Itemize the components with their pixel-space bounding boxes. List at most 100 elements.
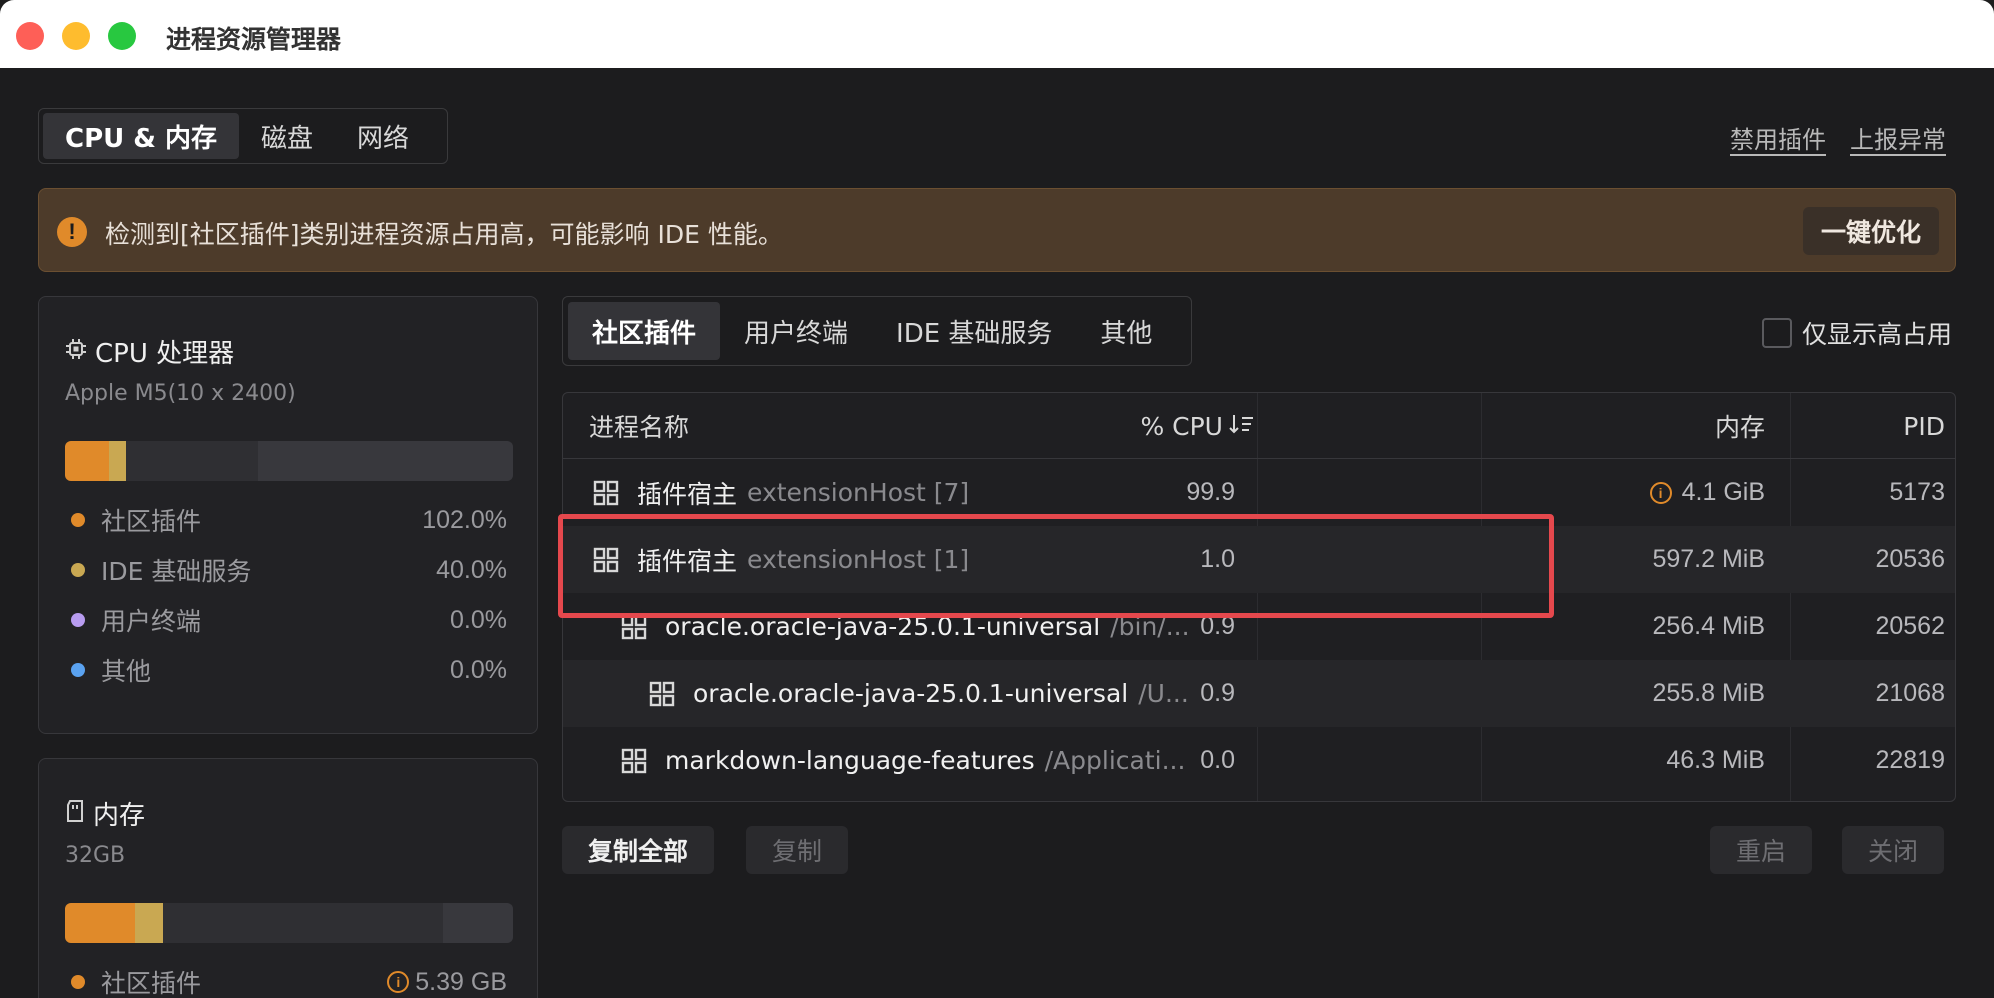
close-button[interactable]: 关闭 [1842, 826, 1945, 874]
process-name-cell: markdown-language-features /Applicati... [621, 727, 1185, 794]
category-tabs: 社区插件 用户终端 IDE 基础服务 其他 [562, 296, 1192, 366]
header-pid[interactable]: PID [1903, 393, 1945, 459]
cpu-bar-track-end [258, 441, 513, 481]
legend-item: 其他 0.0% [65, 645, 513, 695]
header-cpu-label: % CPU [1140, 411, 1223, 441]
exclamation-icon: ! [57, 217, 87, 247]
header-cpu[interactable]: % CPU [1140, 393, 1255, 459]
extension-icon [649, 681, 675, 706]
pid-cell: 5173 [1889, 478, 1945, 506]
pid-cell: 20536 [1875, 545, 1945, 573]
tab-community-plugins[interactable]: 社区插件 [568, 302, 721, 360]
tab-ide-services[interactable]: IDE 基础服务 [872, 302, 1076, 360]
memory-bar-ide [135, 903, 163, 943]
high-usage-filter[interactable]: 仅显示高占用 [1761, 315, 1952, 351]
legend-dot [71, 513, 85, 527]
memory-title-text: 内存 [93, 801, 146, 831]
info-warning-icon: i [1649, 481, 1672, 504]
banner-message: 检测到[社区插件]类别进程资源占用高，可能影响 IDE 性能。 [105, 220, 783, 249]
disable-plugins-link[interactable]: 禁用插件 [1730, 120, 1826, 155]
cpu-card: CPU 处理器 Apple M5(10 x 2400) 社区插件 102.0% … [38, 296, 538, 734]
memory-usage-bar [65, 903, 513, 943]
header-memory[interactable]: 内存 [1715, 393, 1765, 459]
legend-dot [71, 563, 85, 577]
memory-legend: 社区插件 i 5.39 GB [65, 957, 513, 998]
memory-card-icon [65, 799, 85, 829]
legend-value: 40.0% [436, 555, 507, 584]
info-warning-icon: i [387, 971, 410, 993]
tab-network[interactable]: 网络 [335, 113, 431, 159]
process-name: oracle.oracle-java-25.0.1-universal [693, 679, 1129, 708]
cpu-cell: 0.0 [1200, 746, 1235, 774]
legend-item: IDE 基础服务 40.0% [65, 545, 513, 595]
cpu-usage-bar [65, 441, 513, 481]
memory-card: 内存 32GB 社区插件 i 5.39 GB [38, 758, 538, 998]
cpu-title-text: CPU 处理器 [95, 339, 235, 369]
cpu-card-title: CPU 处理器 [65, 333, 234, 370]
table-header: 进程名称 % CPU 内存 PID [563, 393, 1955, 459]
legend-dot [71, 613, 85, 627]
memory-cell: 597.2 MiB [1652, 545, 1765, 573]
close-window-button[interactable] [16, 22, 44, 50]
table-row[interactable]: markdown-language-features /Applicati...… [563, 727, 1955, 794]
pid-cell: 21068 [1875, 679, 1945, 707]
table-row[interactable]: oracle.oracle-java-25.0.1-universal /U..… [563, 660, 1955, 727]
cpu-cell: 0.9 [1200, 679, 1235, 707]
tab-user-terminal[interactable]: 用户终端 [720, 302, 872, 360]
cpu-bar-community [65, 441, 109, 481]
legend-value-text: 5.39 GB [415, 967, 507, 996]
legend-item: 社区插件 102.0% [65, 495, 513, 545]
legend-name: 用户终端 [101, 607, 202, 636]
memory-cell: 46.3 MiB [1666, 746, 1765, 774]
optimize-button[interactable]: 一键优化 [1802, 207, 1939, 255]
restart-button[interactable]: 重启 [1710, 826, 1813, 874]
pid-cell: 22819 [1875, 746, 1945, 774]
top-links: 禁用插件 上报异常 [1730, 120, 1946, 155]
high-usage-checkbox[interactable] [1761, 318, 1792, 348]
legend-value: 102.0% [422, 505, 507, 534]
resource-tabs: CPU & 内存 磁盘 网络 [38, 108, 448, 164]
legend-name: 社区插件 [101, 969, 202, 998]
legend-item: 用户终端 0.0% [65, 595, 513, 645]
header-name[interactable]: 进程名称 [589, 393, 689, 459]
legend-item: 社区插件 i 5.39 GB [65, 957, 513, 998]
cpu-model: Apple M5(10 x 2400) [65, 381, 296, 406]
extension-icon [621, 748, 647, 773]
memory-cell: 256.4 MiB [1652, 612, 1765, 640]
legend-dot [71, 663, 85, 677]
process-name: 插件宿主 [637, 479, 738, 509]
memory-total: 32GB [65, 843, 126, 868]
memory-cell: i 4.1 GiB [1649, 459, 1765, 526]
copy-all-button[interactable]: 复制全部 [562, 826, 715, 874]
memory-value: 4.1 GiB [1681, 478, 1765, 506]
legend-value: 0.0% [450, 655, 507, 684]
sort-descending-icon [1229, 412, 1255, 441]
zoom-window-button[interactable] [108, 22, 136, 50]
warning-banner: ! 检测到[社区插件]类别进程资源占用高，可能影响 IDE 性能。 一键优化 [38, 188, 1956, 272]
legend-value: i 5.39 GB [387, 968, 507, 997]
title-bar: 进程资源管理器 [0, 0, 1994, 68]
copy-button[interactable]: 复制 [746, 826, 849, 874]
tab-disk[interactable]: 磁盘 [239, 113, 335, 159]
tab-cpu-memory[interactable]: CPU & 内存 [43, 113, 240, 159]
high-usage-label: 仅显示高占用 [1801, 320, 1952, 349]
minimize-window-button[interactable] [62, 22, 90, 50]
legend-name: 其他 [101, 657, 152, 686]
legend-name: 社区插件 [101, 507, 202, 536]
process-name-cell: oracle.oracle-java-25.0.1-universal /U..… [649, 660, 1189, 727]
report-issue-link[interactable]: 上报异常 [1850, 120, 1946, 155]
tab-other[interactable]: 其他 [1076, 302, 1176, 360]
cpu-bar-ide [109, 441, 126, 481]
main-panel: CPU & 内存 磁盘 网络 禁用插件 上报异常 ! 检测到[社区插件]类别进程… [0, 68, 1994, 998]
window-title: 进程资源管理器 [166, 25, 342, 54]
process-name: markdown-language-features [665, 746, 1035, 775]
legend-dot [71, 975, 85, 989]
cpu-legend: 社区插件 102.0% IDE 基础服务 40.0% 用户终端 0.0% 其他 … [65, 495, 513, 695]
process-detail: extensionHost [7] [747, 478, 970, 507]
chip-icon [65, 338, 87, 366]
extension-icon [593, 480, 619, 505]
process-detail: /Applicati... [1044, 746, 1186, 775]
pid-cell: 20562 [1875, 612, 1945, 640]
highlight-box [558, 514, 1554, 618]
process-detail: /U... [1138, 679, 1189, 708]
